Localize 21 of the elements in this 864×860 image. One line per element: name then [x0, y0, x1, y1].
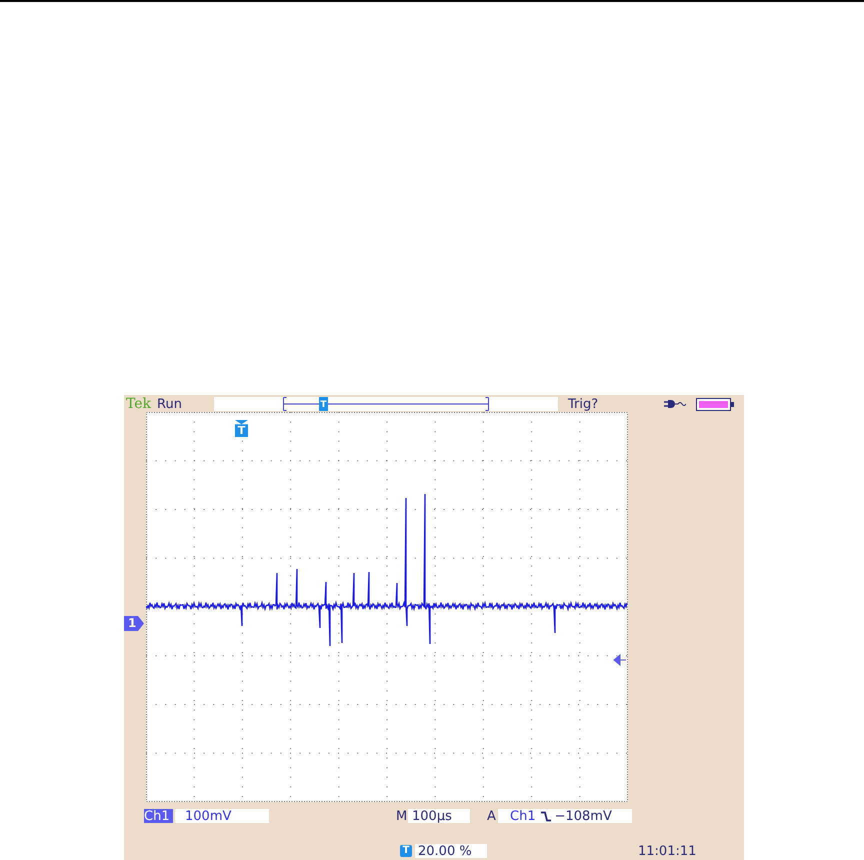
run-status: Run [157, 398, 183, 410]
trigger-icon: T [400, 845, 412, 857]
trigger-level: −108mV [554, 810, 612, 822]
trigger-position-marker: T [319, 397, 328, 411]
trigger-time-marker: T [235, 420, 248, 437]
brand-logo: Tek [126, 397, 152, 411]
trigger-source: Ch1 [510, 810, 536, 822]
record-window-icon [283, 397, 489, 411]
timebase-label: M [396, 810, 408, 822]
trigger-level-marker [614, 654, 626, 666]
trigger-position-value: 20.00 % [415, 844, 487, 858]
trigger-mode-label: A [487, 810, 497, 822]
clock: 11:01:11 [638, 844, 696, 858]
channel-label: Ch1 [144, 809, 173, 823]
power-plug-icon [664, 399, 686, 409]
timebase-value: 100µs [408, 809, 470, 823]
trigger-status: Trig? [568, 398, 600, 410]
channel-scale: 100mV [175, 809, 269, 823]
battery-icon [696, 398, 734, 410]
falling-edge-icon [540, 810, 551, 822]
channel-marker: 1 [124, 616, 144, 631]
